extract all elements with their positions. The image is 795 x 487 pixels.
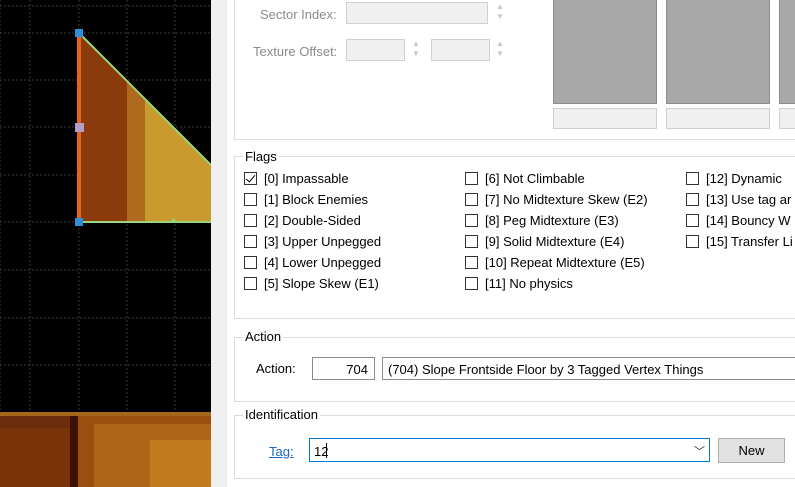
vertex-mid-bottom: [172, 219, 175, 222]
checkbox-unchecked-icon[interactable]: [686, 172, 699, 185]
flag-checkbox[interactable]: [2] Double-Sided: [244, 213, 361, 228]
texture-offset-y-input[interactable]: [431, 39, 490, 61]
flag-checkbox[interactable]: [14] Bouncy W: [686, 213, 791, 228]
checkbox-unchecked-icon[interactable]: [465, 193, 478, 206]
properties-panel: Sector Index: ▲ ▼ Texture Offset: ▲ ▼ ▲ ▼ F…: [227, 0, 795, 487]
middle-texture-name[interactable]: [666, 108, 770, 129]
checkbox-unchecked-icon[interactable]: [686, 235, 699, 248]
action-title: Action: [243, 329, 284, 344]
middle-texture-preview[interactable]: [666, 0, 770, 104]
lower-texture-preview[interactable]: [779, 0, 795, 104]
action-description-field[interactable]: (704) Slope Frontside Floor by 3 Tagged …: [382, 357, 795, 380]
flag-checkbox[interactable]: [9] Solid Midtexture (E4): [465, 234, 624, 249]
tag-combobox[interactable]: 12 ﹀: [309, 438, 710, 462]
flag-checkbox[interactable]: [11] No physics: [465, 276, 573, 291]
flag-checkbox[interactable]: [15] Transfer Li: [686, 234, 793, 249]
lower-texture-name[interactable]: [779, 108, 795, 129]
flag-checkbox[interactable]: [7] No Midtexture Skew (E2): [465, 192, 648, 207]
sector-index-input[interactable]: [346, 2, 488, 24]
flag-label: [6] Not Climbable: [485, 171, 585, 186]
flag-checkbox[interactable]: [5] Slope Skew (E1): [244, 276, 379, 291]
flag-checkbox[interactable]: [4] Lower Unpegged: [244, 255, 381, 270]
checkbox-unchecked-icon[interactable]: [686, 214, 699, 227]
checkbox-unchecked-icon[interactable]: [686, 193, 699, 206]
slope-shade-1: [127, 80, 145, 222]
flag-checkbox[interactable]: [10] Repeat Midtexture (E5): [465, 255, 645, 270]
flag-label: [4] Lower Unpegged: [264, 255, 382, 270]
checkbox-unchecked-icon[interactable]: [465, 277, 478, 290]
upper-texture-name[interactable]: [553, 108, 657, 129]
top-sector: [75, 29, 211, 226]
flag-checkbox[interactable]: [1] Block Enemies: [244, 192, 368, 207]
action-label: Action:: [256, 361, 296, 376]
checkbox-unchecked-icon[interactable]: [465, 172, 478, 185]
panel-splitter[interactable]: [211, 0, 227, 487]
flag-label: [1] Block Enemies: [264, 192, 369, 207]
flag-label: [10] Repeat Midtexture (E5): [485, 255, 645, 270]
tag-link[interactable]: Tag:: [269, 444, 294, 459]
upper-texture-preview[interactable]: [553, 0, 657, 104]
checkbox-unchecked-icon[interactable]: [244, 214, 257, 227]
flag-label: [5] Slope Skew (E1): [264, 276, 379, 291]
checkbox-unchecked-icon[interactable]: [465, 235, 478, 248]
action-number-input[interactable]: 704: [312, 357, 375, 380]
checkbox-unchecked-icon[interactable]: [465, 256, 478, 269]
flag-checkbox[interactable]: [3] Upper Unpegged: [244, 234, 381, 249]
flag-label: [8] Peg Midtexture (E3): [485, 213, 619, 228]
checkbox-unchecked-icon[interactable]: [244, 235, 257, 248]
linedef-midpoint-handle: [75, 123, 84, 132]
flag-checkbox[interactable]: [12] Dynamic: [686, 171, 782, 186]
texture-offset-y-spinner[interactable]: ▲ ▼: [493, 39, 507, 59]
map-canvas[interactable]: [0, 0, 211, 487]
flag-label: [15] Transfer Li: [706, 234, 793, 249]
bottom-sector: [0, 412, 211, 487]
sector-index-label: Sector Index:: [260, 7, 337, 22]
flag-checkbox[interactable]: [0] Impassable: [244, 171, 349, 186]
chevron-down-icon[interactable]: ﹀: [694, 443, 705, 459]
new-tag-button[interactable]: New: [718, 438, 785, 463]
texture-offset-x-input[interactable]: [346, 39, 405, 61]
flag-label: [9] Solid Midtexture (E4): [485, 234, 625, 249]
vertex-top: [75, 29, 83, 37]
texture-offset-label: Texture Offset:: [253, 44, 338, 59]
flag-label: [2] Double-Sided: [264, 213, 361, 228]
map-viewport[interactable]: [0, 0, 211, 487]
checkbox-unchecked-icon[interactable]: [465, 214, 478, 227]
flag-checkbox[interactable]: [13] Use tag ar: [686, 192, 791, 207]
vertex-bottom: [75, 218, 83, 226]
flag-label: [3] Upper Unpegged: [264, 234, 382, 249]
flag-label: [0] Impassable: [264, 171, 349, 186]
sector-index-spinner[interactable]: ▲ ▼: [493, 2, 507, 22]
flag-label: [14] Bouncy W: [706, 213, 791, 228]
checkbox-unchecked-icon[interactable]: [244, 277, 257, 290]
checkbox-unchecked-icon[interactable]: [244, 256, 257, 269]
texture-offset-x-spinner[interactable]: ▲ ▼: [409, 39, 423, 59]
checkbox-unchecked-icon[interactable]: [244, 193, 257, 206]
flag-label: [11] No physics: [485, 276, 573, 291]
flag-checkbox[interactable]: [6] Not Climbable: [465, 171, 585, 186]
flags-title: Flags: [243, 149, 279, 164]
flag-label: [13] Use tag ar: [706, 192, 792, 207]
text-caret: [326, 443, 327, 458]
flag-label: [12] Dynamic: [706, 171, 782, 186]
flag-checkbox[interactable]: [8] Peg Midtexture (E3): [465, 213, 619, 228]
checkbox-checked-icon[interactable]: [244, 172, 257, 185]
slope-shade-2: [145, 98, 211, 222]
flag-label: [7] No Midtexture Skew (E2): [485, 192, 648, 207]
identification-title: Identification: [243, 407, 320, 422]
